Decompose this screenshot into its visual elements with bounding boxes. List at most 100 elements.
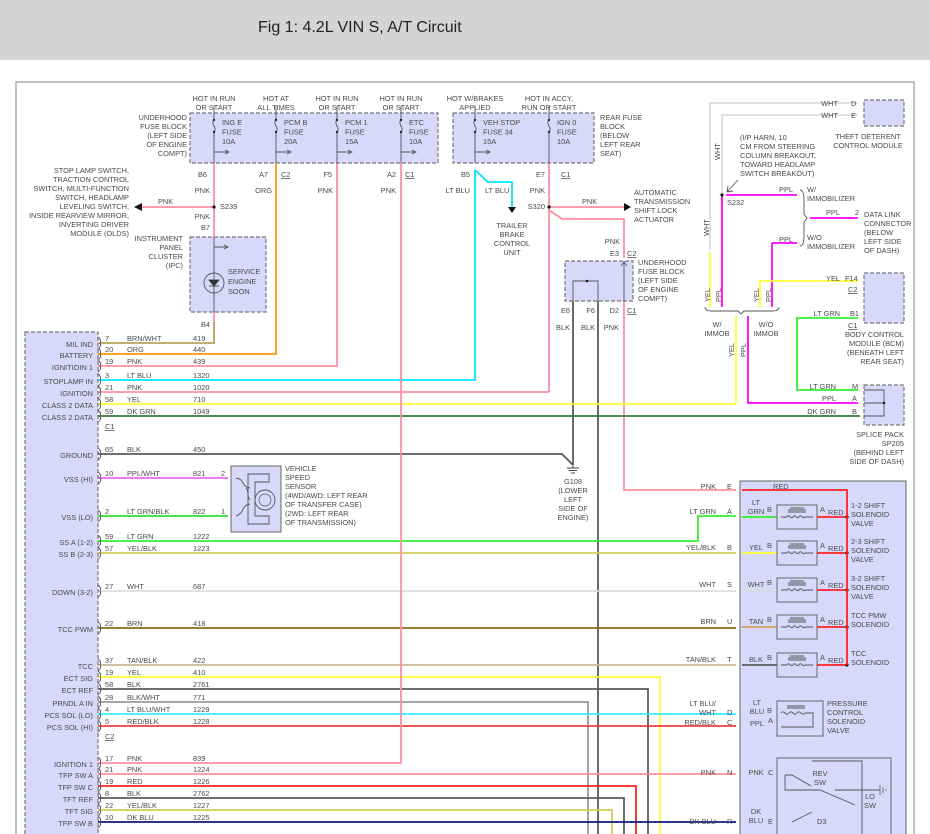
wire-label: PNK	[604, 323, 619, 332]
solenoid-label: TCC PMW SOLENOID	[851, 611, 889, 629]
circuit-number: 1227	[193, 801, 209, 810]
shift-lock-actuator-label: AUTOMATIC TRANSMISSION SHIFT LOCK ACTUATOR	[634, 188, 690, 224]
circuit-number: 821	[193, 469, 205, 478]
circuit-number: 439	[193, 357, 205, 366]
pin-label: E3	[610, 249, 619, 258]
body-control-module	[863, 272, 905, 324]
pin-label: A2	[387, 170, 396, 179]
wire-label: ORG	[255, 186, 272, 195]
pin-label: T	[727, 655, 732, 664]
wire-color-label: RED/BLK	[127, 717, 159, 726]
pcm-pin-number: 58	[105, 395, 113, 404]
pin-label: D	[727, 708, 732, 717]
pin-label: E	[768, 817, 773, 826]
fuse-header: OR START	[196, 103, 233, 112]
wire-label: YEL	[826, 274, 840, 283]
pin-label: A	[727, 507, 732, 516]
wire-label: BLK	[749, 655, 763, 664]
pcm-pin-number: 65	[105, 445, 113, 454]
pcm-pin-number: 19	[105, 668, 113, 677]
circuit-number: 440	[193, 345, 205, 354]
wire-color-label: PNK	[127, 383, 142, 392]
circuit-number: 839	[193, 754, 205, 763]
wire-color-label: BLK	[127, 680, 141, 689]
circuit-number: 1226	[193, 777, 209, 786]
pcm-pin-label: TCC	[78, 662, 94, 671]
wire-label: BRN	[700, 617, 716, 626]
pcm-pin-label: BATTERY	[60, 351, 93, 360]
pcm-pin-label: SS A (1-2)	[59, 538, 93, 547]
w-immobilizer-label: W/IMMOBILIZER	[807, 185, 855, 203]
pcm-pin-label: STOPLAMP IN	[44, 377, 93, 386]
circuit-number: 687	[193, 582, 205, 591]
fuse-label: 15A	[345, 137, 358, 146]
connector-label: C1	[561, 170, 570, 179]
connector-label: C2	[105, 732, 114, 741]
pcm-pin-label: ECT REF	[62, 686, 94, 695]
pcm-pin-label: IGNITION 1	[54, 760, 93, 769]
wire-label: WHT	[713, 143, 722, 160]
wire-label: PNK	[605, 237, 620, 246]
wire-color-label: PNK	[127, 357, 142, 366]
vehicle-speed-sensor	[230, 465, 282, 533]
fuse-header: HOT IN RUN	[193, 94, 236, 103]
pointer-arrow-icon	[726, 179, 739, 193]
fuse-header: APPLIED	[459, 103, 490, 112]
arrow-left-icon	[134, 203, 142, 211]
wire-pcm-771	[98, 701, 589, 834]
wire-label: PNK	[318, 186, 333, 195]
pcm-pin-label: TFP SW A	[59, 771, 93, 780]
wire-label: WHT	[699, 580, 716, 589]
arrow-right-icon	[624, 203, 631, 211]
fuse-label: 10A	[557, 137, 570, 146]
wire-color-label: WHT	[127, 582, 144, 591]
fuse-header: HOT W/BRAKES	[447, 94, 504, 103]
pcm-pin-label: PRNDL A IN	[53, 699, 93, 708]
pin-label: A	[820, 541, 825, 550]
theft-deterrent-control-module	[863, 99, 905, 127]
pin-label: S	[727, 580, 732, 589]
fuse-label: PCM 1	[345, 118, 368, 127]
wire-label: PNK	[530, 186, 545, 195]
pcm-pin-number: 19	[105, 777, 113, 786]
pin-label: 1	[221, 507, 225, 516]
connector-label: C2	[848, 285, 857, 294]
fuse-label: 20A	[284, 137, 297, 146]
wire-label: WHT	[748, 580, 765, 589]
wire-color-label: BLK	[127, 789, 141, 798]
wire-label: WHT	[821, 99, 838, 108]
wire-pcm-2761	[98, 688, 649, 834]
wire-label: PPL	[714, 288, 723, 302]
circuit-number: 771	[193, 693, 205, 702]
wire-label: TAN/BLK	[686, 655, 716, 664]
pcm-pin-label: IGNITION	[60, 389, 93, 398]
fuse-label: FUSE	[284, 128, 304, 137]
pcm-pin-number: 2	[105, 507, 109, 516]
wire-color-label: YEL/BLK	[127, 801, 157, 810]
circuit-number: 1223	[193, 544, 209, 553]
wire-label: LT BLU	[446, 186, 470, 195]
pin-label: B5	[461, 170, 470, 179]
pcm-pin-label: TFP SW B	[58, 819, 93, 828]
splice-s320-label: S320	[528, 202, 545, 211]
connector-label: C1	[627, 306, 636, 315]
pin-label: A	[820, 653, 825, 662]
circuit-number: 2761	[193, 680, 209, 689]
wire-color-label: DK BLU	[127, 813, 154, 822]
wire-label: LT GRN	[810, 382, 836, 391]
fuse-header: ALL TIMES	[257, 103, 294, 112]
wire-label: RED	[828, 508, 844, 517]
pcm-pin-label: TFT SIG	[65, 807, 93, 816]
wire-label: YEL	[749, 543, 763, 552]
pcm-pin-number: 21	[105, 383, 113, 392]
fuse-header: HOT IN RUN	[380, 94, 423, 103]
connector-label: C1	[405, 170, 414, 179]
fuse-label: 10A	[409, 137, 422, 146]
fuse-label: FUSE	[557, 128, 577, 137]
pin-label: C	[727, 718, 733, 727]
wire-label: RED	[828, 656, 844, 665]
splice-dot	[547, 205, 551, 209]
pin-label: B	[852, 407, 857, 416]
pcm-pin-number: 57	[105, 544, 113, 553]
stoplamp-branch-target: STOP LAMP SWITCH, TRACTION CONTROL SWITCH,…	[29, 166, 129, 238]
